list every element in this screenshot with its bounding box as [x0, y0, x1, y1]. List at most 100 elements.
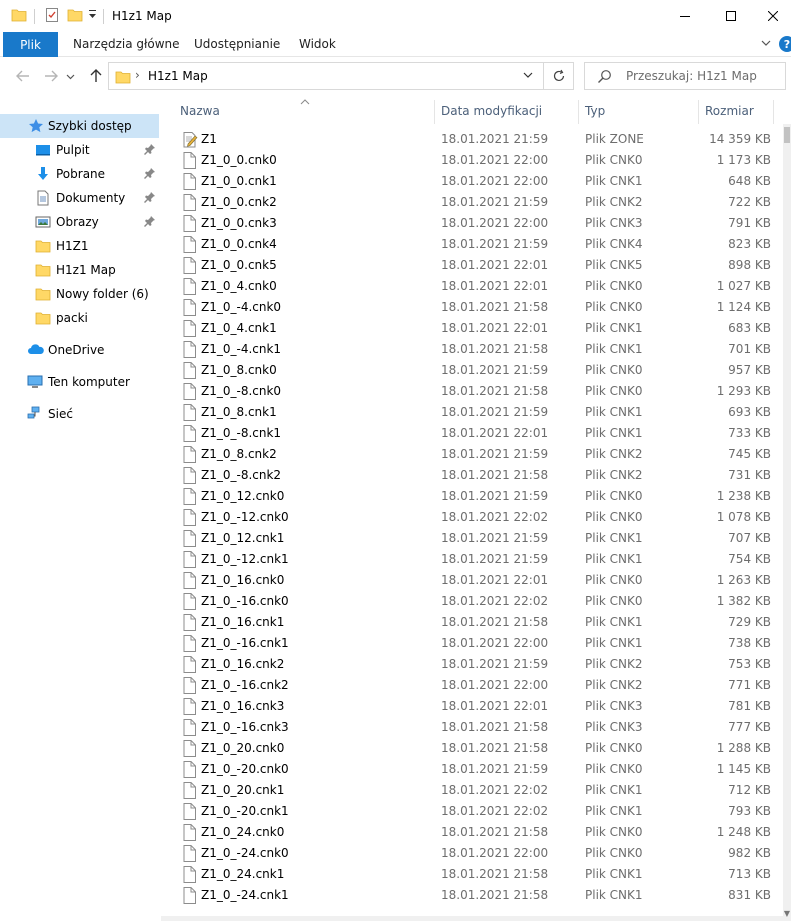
- file-name[interactable]: Z1_0_0.cnk0: [201, 153, 277, 167]
- table-row[interactable]: Z1_0_12.cnk1 18.01.2021 21:59 Plik CNK1 707…: [161, 528, 779, 549]
- file-name[interactable]: Z1_0_-24.cnk1: [201, 888, 289, 902]
- pin-icon[interactable]: [144, 143, 156, 158]
- tab-home[interactable]: Narzędzia główne: [73, 37, 180, 51]
- file-name[interactable]: Z1_0_20.cnk1: [201, 783, 284, 797]
- up-arrow-icon[interactable]: [87, 67, 105, 85]
- pin-icon[interactable]: [144, 215, 156, 230]
- table-row[interactable]: Z1_0_-20.cnk1 18.01.2021 22:02 Plik CNK1 79…: [161, 801, 779, 822]
- file-name[interactable]: Z1_0_24.cnk1: [201, 867, 284, 881]
- chevron-down-icon[interactable]: [522, 69, 534, 84]
- sidebar-item-new-folder-6[interactable]: Nowy folder (6): [0, 282, 159, 306]
- file-name[interactable]: Z1_0_-16.cnk1: [201, 636, 289, 650]
- table-row[interactable]: Z1_0_24.cnk1 18.01.2021 21:58 Plik CNK1 713…: [161, 864, 779, 885]
- table-row[interactable]: Z1_0_-16.cnk0 18.01.2021 22:02 Plik CNK0 1 …: [161, 591, 779, 612]
- recent-locations-icon[interactable]: [64, 67, 76, 85]
- file-name[interactable]: Z1_0_0.cnk4: [201, 237, 277, 251]
- file-name[interactable]: Z1_0_-20.cnk1: [201, 804, 289, 818]
- file-name[interactable]: Z1_0_-8.cnk2: [201, 468, 281, 482]
- file-name[interactable]: Z1_0_0.cnk3: [201, 216, 277, 230]
- column-header-name[interactable]: Nazwa: [180, 104, 220, 118]
- sidebar-item-h1z1-map[interactable]: H1z1 Map: [0, 258, 159, 282]
- table-row[interactable]: Z1_0_-12.cnk0 18.01.2021 22:02 Plik CNK0 1 …: [161, 507, 779, 528]
- sidebar-item-downloads[interactable]: Pobrane: [0, 162, 159, 186]
- column-divider[interactable]: [698, 100, 699, 124]
- table-row[interactable]: Z1_0_0.cnk2 18.01.2021 21:59 Plik CNK2 722 …: [161, 192, 779, 213]
- sidebar-item-desktop[interactable]: Pulpit: [0, 138, 159, 162]
- table-row[interactable]: Z1_0_-16.cnk2 18.01.2021 22:00 Plik CNK2 77…: [161, 675, 779, 696]
- tab-file[interactable]: Plik: [3, 32, 58, 57]
- chevron-right-icon[interactable]: ›: [135, 68, 140, 82]
- file-name[interactable]: Z1_0_-24.cnk0: [201, 846, 289, 860]
- column-header-date[interactable]: Data modyfikacji: [441, 104, 542, 118]
- search-box[interactable]: Przeszukaj: H1z1 Map: [584, 62, 786, 90]
- forward-arrow-icon[interactable]: [42, 67, 60, 85]
- address-bar[interactable]: › H1z1 Map: [108, 62, 544, 90]
- table-row[interactable]: Z1_0_4.cnk0 18.01.2021 22:01 Plik CNK0 1 02…: [161, 276, 779, 297]
- vertical-scrollbar[interactable]: [783, 124, 791, 921]
- scrollbar-thumb[interactable]: [784, 127, 790, 143]
- refresh-button[interactable]: [544, 62, 574, 90]
- horizontal-scrollbar[interactable]: [161, 916, 783, 921]
- file-name[interactable]: Z1_0_4.cnk0: [201, 279, 277, 293]
- table-row[interactable]: Z1_0_8.cnk1 18.01.2021 21:59 Plik CNK1 693 …: [161, 402, 779, 423]
- file-name[interactable]: Z1_0_-4.cnk1: [201, 342, 281, 356]
- table-row[interactable]: Z1 18.01.2021 21:59 Plik ZONE 14 359 KB: [161, 129, 779, 150]
- table-row[interactable]: Z1_0_-4.cnk1 18.01.2021 21:58 Plik CNK1 701…: [161, 339, 779, 360]
- file-name[interactable]: Z1_0_-8.cnk1: [201, 426, 281, 440]
- file-name[interactable]: Z1_0_8.cnk2: [201, 447, 277, 461]
- table-row[interactable]: Z1_0_-16.cnk3 18.01.2021 21:58 Plik CNK3 77…: [161, 717, 779, 738]
- column-header-type[interactable]: Typ: [585, 104, 605, 118]
- file-name[interactable]: Z1_0_12.cnk0: [201, 489, 284, 503]
- tab-share[interactable]: Udostępnianie: [194, 37, 280, 51]
- table-row[interactable]: Z1_0_0.cnk3 18.01.2021 22:00 Plik CNK3 791 …: [161, 213, 779, 234]
- file-name[interactable]: Z1_0_-4.cnk0: [201, 300, 281, 314]
- help-icon[interactable]: ?: [779, 36, 791, 52]
- file-name[interactable]: Z1_0_0.cnk2: [201, 195, 277, 209]
- table-row[interactable]: Z1_0_0.cnk4 18.01.2021 21:59 Plik CNK4 823 …: [161, 234, 779, 255]
- column-divider[interactable]: [773, 100, 774, 124]
- search-input[interactable]: Przeszukaj: H1z1 Map: [626, 69, 757, 83]
- sidebar-item-network[interactable]: Sieć: [0, 402, 159, 426]
- sidebar-item-pictures[interactable]: Obrazy: [0, 210, 159, 234]
- table-row[interactable]: Z1_0_0.cnk0 18.01.2021 22:00 Plik CNK0 1 17…: [161, 150, 779, 171]
- table-row[interactable]: Z1_0_16.cnk1 18.01.2021 21:58 Plik CNK1 729…: [161, 612, 779, 633]
- properties-icon[interactable]: [44, 7, 60, 25]
- file-name[interactable]: Z1_0_16.cnk3: [201, 699, 284, 713]
- table-row[interactable]: Z1_0_20.cnk0 18.01.2021 21:58 Plik CNK0 1 2…: [161, 738, 779, 759]
- file-name[interactable]: Z1_0_0.cnk5: [201, 258, 277, 272]
- table-row[interactable]: Z1_0_0.cnk1 18.01.2021 22:00 Plik CNK1 648 …: [161, 171, 779, 192]
- file-name[interactable]: Z1_0_-12.cnk1: [201, 552, 289, 566]
- sidebar-item-quick-access[interactable]: Szybki dostęp: [0, 114, 159, 138]
- back-arrow-icon[interactable]: [14, 67, 32, 85]
- file-name[interactable]: Z1_0_-12.cnk0: [201, 510, 289, 524]
- file-name[interactable]: Z1_0_24.cnk0: [201, 825, 284, 839]
- file-name[interactable]: Z1_0_8.cnk0: [201, 363, 277, 377]
- expand-ribbon-icon[interactable]: [760, 37, 772, 52]
- sidebar-item-this-pc[interactable]: Ten komputer: [0, 370, 159, 394]
- file-name[interactable]: Z1_0_-16.cnk2: [201, 678, 289, 692]
- table-row[interactable]: Z1_0_16.cnk2 18.01.2021 21:59 Plik CNK2 753…: [161, 654, 779, 675]
- table-row[interactable]: Z1_0_-8.cnk0 18.01.2021 21:58 Plik CNK0 1 2…: [161, 381, 779, 402]
- table-row[interactable]: Z1_0_4.cnk1 18.01.2021 22:01 Plik CNK1 683 …: [161, 318, 779, 339]
- scroll-down-icon[interactable]: ▼: [783, 909, 791, 921]
- table-row[interactable]: Z1_0_-24.cnk0 18.01.2021 22:00 Plik CNK0 98…: [161, 843, 779, 864]
- table-row[interactable]: Z1_0_-24.cnk1 18.01.2021 21:58 Plik CNK1 83…: [161, 885, 779, 906]
- file-name[interactable]: Z1_0_16.cnk1: [201, 615, 284, 629]
- pin-icon[interactable]: [144, 191, 156, 206]
- table-row[interactable]: Z1_0_16.cnk3 18.01.2021 22:01 Plik CNK3 781…: [161, 696, 779, 717]
- close-button[interactable]: [754, 0, 791, 32]
- file-name[interactable]: Z1_0_0.cnk1: [201, 174, 277, 188]
- sidebar-item-packi[interactable]: packi: [0, 306, 159, 330]
- table-row[interactable]: Z1_0_8.cnk0 18.01.2021 21:59 Plik CNK0 957 …: [161, 360, 779, 381]
- sidebar-item-onedrive[interactable]: OneDrive: [0, 338, 159, 362]
- column-divider[interactable]: [434, 100, 435, 124]
- file-name[interactable]: Z1_0_-8.cnk0: [201, 384, 281, 398]
- file-name[interactable]: Z1: [201, 132, 217, 146]
- table-row[interactable]: Z1_0_0.cnk5 18.01.2021 22:01 Plik CNK5 898 …: [161, 255, 779, 276]
- new-folder-icon[interactable]: [67, 7, 83, 25]
- table-row[interactable]: Z1_0_20.cnk1 18.01.2021 22:02 Plik CNK1 712…: [161, 780, 779, 801]
- table-row[interactable]: Z1_0_-8.cnk1 18.01.2021 22:01 Plik CNK1 733…: [161, 423, 779, 444]
- customize-toolbar-icon[interactable]: [88, 9, 97, 27]
- sidebar-item-documents[interactable]: Dokumenty: [0, 186, 159, 210]
- sidebar-item-h1z1[interactable]: H1Z1: [0, 234, 159, 258]
